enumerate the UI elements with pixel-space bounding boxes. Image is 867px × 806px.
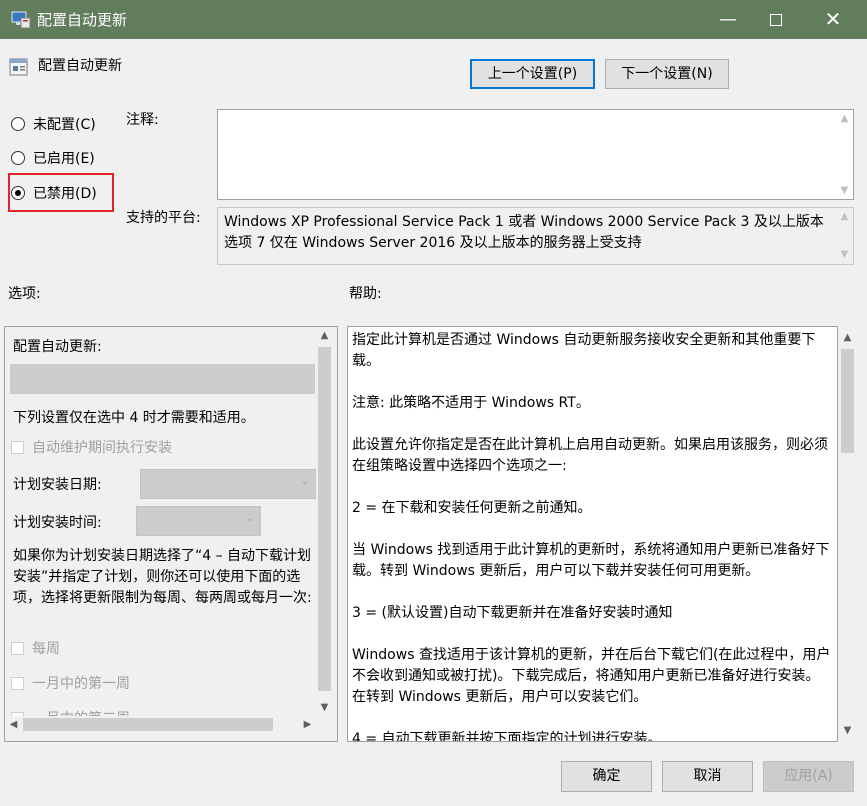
scroll-thumb[interactable]	[841, 349, 854, 453]
chevron-down-icon: ⌄	[300, 476, 309, 487]
ok-button[interactable]: 确定	[561, 761, 652, 792]
help-paragraph: 3 = (默认设置)自动下载更新并在准备好安装时通知	[352, 605, 673, 621]
selection-highlight	[8, 173, 114, 212]
comment-text	[220, 112, 820, 192]
platform-field: Windows XP Professional Service Pack 1 或…	[217, 207, 854, 265]
scroll-up-icon: ▲	[840, 211, 849, 222]
cancel-button[interactable]: 取消	[662, 761, 753, 792]
schedule-paragraph: 如果你为计划安装日期选择了“4 – 自动下载计划安装”并指定了计划，则你还可以使…	[13, 548, 312, 606]
previous-setting-button[interactable]: 上一个设置(P)	[470, 59, 595, 89]
close-icon: ✕	[824, 7, 842, 31]
maintenance-label: 自动维护期间执行安装	[32, 440, 172, 456]
first-week-checkbox[interactable]	[11, 677, 24, 690]
options-label: 选项:	[8, 286, 41, 302]
scroll-thumb[interactable]	[318, 347, 331, 691]
title-bar: 配置自动更新 — ✕	[0, 0, 867, 39]
policy-setting-icon	[9, 58, 28, 76]
schedule-time-combo[interactable]: ⌄	[136, 506, 261, 536]
options-panel: 配置自动更新: 下列设置仅在选中 4 时才需要和适用。 自动维护期间执行安装 计…	[4, 326, 338, 742]
scroll-down-icon: ▼	[840, 249, 849, 260]
scroll-up-icon: ▲	[840, 113, 849, 124]
help-paragraph: Windows 查找适用于该计算机的更新，并在后台下载它们(在此过程中，用户不会…	[352, 647, 831, 705]
weekly-checkbox[interactable]	[11, 642, 24, 655]
comment-label: 注释:	[126, 112, 159, 128]
comment-scrollbar[interactable]: ▲ ▼	[836, 110, 853, 199]
options-vscrollbar[interactable]: ▲ ▼	[316, 327, 333, 716]
window-title: 配置自动更新	[37, 11, 128, 29]
help-paragraph: 注意: 此策略不适用于 Windows RT。	[352, 395, 590, 411]
options-hscrollbar[interactable]: ◀ ▶	[5, 716, 316, 733]
help-text: 指定此计算机是否通过 Windows 自动更新服务接收安全更新和其他重要下载。 …	[352, 330, 832, 742]
weekly-label: 每周	[32, 641, 60, 657]
policy-title: 配置自动更新	[38, 58, 122, 74]
help-vscrollbar[interactable]: ▲ ▼	[839, 326, 856, 742]
minimize-button[interactable]: —	[705, 0, 751, 39]
close-button[interactable]: ✕	[810, 0, 856, 39]
radio-enabled[interactable]: 已启用(E)	[11, 148, 131, 170]
maintenance-checkbox[interactable]	[11, 441, 24, 454]
help-paragraph: 此设置允许你指定是否在此计算机上启用自动更新。如果启用该服务，则必须在组策略设置…	[352, 437, 828, 474]
help-paragraph: 4 = 自动下载更新并按下面指定的计划进行安装。	[352, 731, 662, 742]
help-label: 帮助:	[349, 286, 382, 302]
schedule-day-label: 计划安装日期:	[13, 477, 102, 493]
platform-text: Windows XP Professional Service Pack 1 或…	[224, 214, 824, 251]
scroll-down-icon: ▼	[320, 702, 329, 713]
radio-circle	[11, 117, 25, 131]
apply-button[interactable]: 应用(A)	[763, 761, 854, 792]
platform-scrollbar[interactable]: ▲ ▼	[836, 208, 853, 264]
schedule-day-combo[interactable]: ⌄	[140, 469, 316, 499]
chevron-down-icon: ⌄	[245, 513, 254, 524]
comment-field[interactable]: ▲ ▼	[217, 109, 854, 200]
radio-circle	[11, 151, 25, 165]
scroll-up-icon: ▲	[320, 330, 329, 341]
scroll-down-icon: ▼	[843, 725, 852, 736]
options-note: 下列设置仅在选中 4 时才需要和适用。	[13, 410, 255, 426]
help-paragraph: 指定此计算机是否通过 Windows 自动更新服务接收安全更新和其他重要下载。	[352, 332, 816, 369]
help-panel: 指定此计算机是否通过 Windows 自动更新服务接收安全更新和其他重要下载。 …	[347, 326, 838, 742]
platform-label: 支持的平台:	[126, 210, 201, 226]
maximize-button[interactable]	[753, 0, 799, 39]
first-week-label: 一月中的第一周	[32, 676, 130, 692]
schedule-time-label: 计划安装时间:	[13, 515, 102, 531]
scroll-left-icon: ◀	[9, 719, 18, 730]
help-paragraph: 当 Windows 找到适用于此计算机的更新时，系统将通知用户更新已准备好下载。…	[352, 542, 830, 579]
scroll-thumb[interactable]	[23, 718, 273, 731]
minimize-icon: —	[719, 9, 737, 30]
policy-editor-icon	[11, 11, 31, 29]
radio-not-configured[interactable]: 未配置(C)	[11, 114, 131, 136]
next-setting-button[interactable]: 下一个设置(N)	[605, 59, 729, 89]
auto-update-combo[interactable]	[10, 364, 315, 394]
scroll-right-icon: ▶	[303, 719, 312, 730]
scroll-up-icon: ▲	[843, 332, 852, 343]
options-heading: 配置自动更新:	[13, 339, 102, 355]
scroll-down-icon: ▼	[840, 185, 849, 196]
maximize-icon	[770, 14, 782, 26]
help-paragraph: 2 = 在下载和安装任何更新之前通知。	[352, 500, 592, 516]
